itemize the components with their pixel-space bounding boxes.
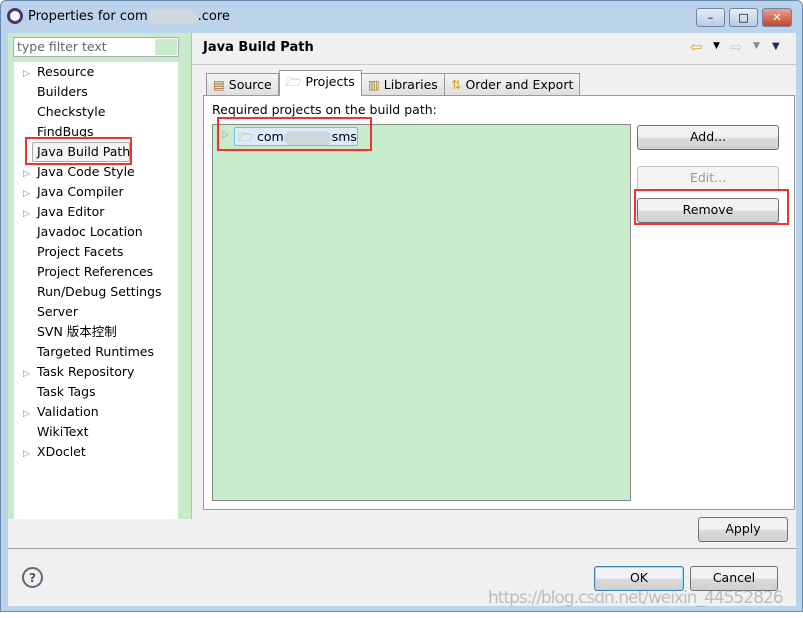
sidebar-item-label: Server xyxy=(37,304,78,319)
sidebar-item[interactable]: ▷ Validation xyxy=(23,403,99,423)
required-projects-label: Required projects on the build path: xyxy=(212,102,437,117)
tab-order-export[interactable]: ⇅ Order and Export xyxy=(444,73,581,96)
expand-arrow-icon[interactable]: ▷ xyxy=(23,445,33,463)
expand-arrow-icon[interactable]: ▷ xyxy=(23,185,33,203)
sidebar-item[interactable]: ▷ Java Compiler xyxy=(23,183,124,203)
sidebar-item[interactable]: ▷ Java Code Style xyxy=(23,163,135,183)
sidebar-item-label: Task Tags xyxy=(37,384,96,399)
eclipse-icon xyxy=(7,8,23,24)
forward-dropdown-icon[interactable]: ▼ xyxy=(753,41,760,51)
add-button[interactable]: Add... xyxy=(637,125,779,150)
maximize-button[interactable]: □ xyxy=(729,8,758,27)
page-title: Java Build Path xyxy=(203,40,314,55)
divider xyxy=(192,64,796,65)
minimize-button[interactable]: – xyxy=(696,8,725,27)
sidebar-item-label: SVN 版本控制 xyxy=(37,324,117,339)
sidebar-item-label: Resource xyxy=(37,64,95,79)
tab-libraries[interactable]: ▥ Libraries xyxy=(361,73,445,96)
divider xyxy=(8,548,796,549)
sidebar-item-label: Java Code Style xyxy=(37,164,135,179)
folder-icon: 🗁 xyxy=(286,74,302,89)
sidebar-item-label: WikiText xyxy=(37,424,89,439)
sidebar-item[interactable]: ▷ XDoclet xyxy=(23,443,86,463)
watermark: https://blog.csdn.net/weixin_44552826 xyxy=(488,588,784,608)
highlight-box xyxy=(217,117,372,151)
source-icon: ▤ xyxy=(213,77,225,92)
sidebar-item[interactable]: ▷ Resource xyxy=(23,63,94,83)
divider[interactable] xyxy=(191,33,192,519)
sidebar-item-label: Validation xyxy=(37,404,99,419)
sidebar-item-label: Targeted Runtimes xyxy=(37,344,154,359)
expand-arrow-icon[interactable]: ▷ xyxy=(23,65,33,83)
highlight-box xyxy=(25,137,132,165)
sidebar-item[interactable]: ▷ Java Editor xyxy=(23,203,104,223)
edit-button[interactable]: Edit... xyxy=(637,166,779,191)
highlight-box xyxy=(634,189,789,225)
sidebar-item-label: Javadoc Location xyxy=(37,224,143,239)
tab-projects[interactable]: 🗁 Projects xyxy=(279,70,362,96)
sidebar-item-label: Checkstyle xyxy=(37,104,106,119)
back-dropdown-icon[interactable]: ▼ xyxy=(713,41,720,51)
window-title: Properties for com .core xyxy=(28,9,230,24)
sidebar-item-label: Project Facets xyxy=(37,244,124,259)
view-menu-icon[interactable]: ▼ xyxy=(772,41,780,52)
expand-arrow-icon[interactable]: ▷ xyxy=(23,205,33,223)
sidebar-item-label: Java Compiler xyxy=(37,184,124,199)
sidebar-item-label: Run/Debug Settings xyxy=(37,284,162,299)
libraries-icon: ▥ xyxy=(368,77,380,92)
apply-button[interactable]: Apply xyxy=(698,517,788,542)
order-icon: ⇅ xyxy=(451,77,462,92)
expand-arrow-icon[interactable]: ▷ xyxy=(23,165,33,183)
tab-source[interactable]: ▤ Source xyxy=(206,73,279,96)
help-icon[interactable]: ? xyxy=(22,567,43,588)
filter-clear-area xyxy=(155,39,177,55)
back-icon[interactable]: ⇦ xyxy=(690,38,703,56)
sidebar-item-label: Java Editor xyxy=(37,204,105,219)
sidebar-item[interactable]: ▷ Task Repository xyxy=(23,363,134,383)
sidebar-item-label: XDoclet xyxy=(37,444,86,459)
close-button[interactable]: ✕ xyxy=(762,8,792,27)
projects-list[interactable] xyxy=(212,124,631,501)
expand-arrow-icon[interactable]: ▷ xyxy=(23,405,33,423)
forward-icon[interactable]: ⇨ xyxy=(730,38,743,56)
sidebar-item-label: Task Repository xyxy=(37,364,135,379)
expand-arrow-icon[interactable]: ▷ xyxy=(23,365,33,383)
sidebar-item-label: Project References xyxy=(37,264,154,279)
sidebar-item-label: Builders xyxy=(37,84,88,99)
